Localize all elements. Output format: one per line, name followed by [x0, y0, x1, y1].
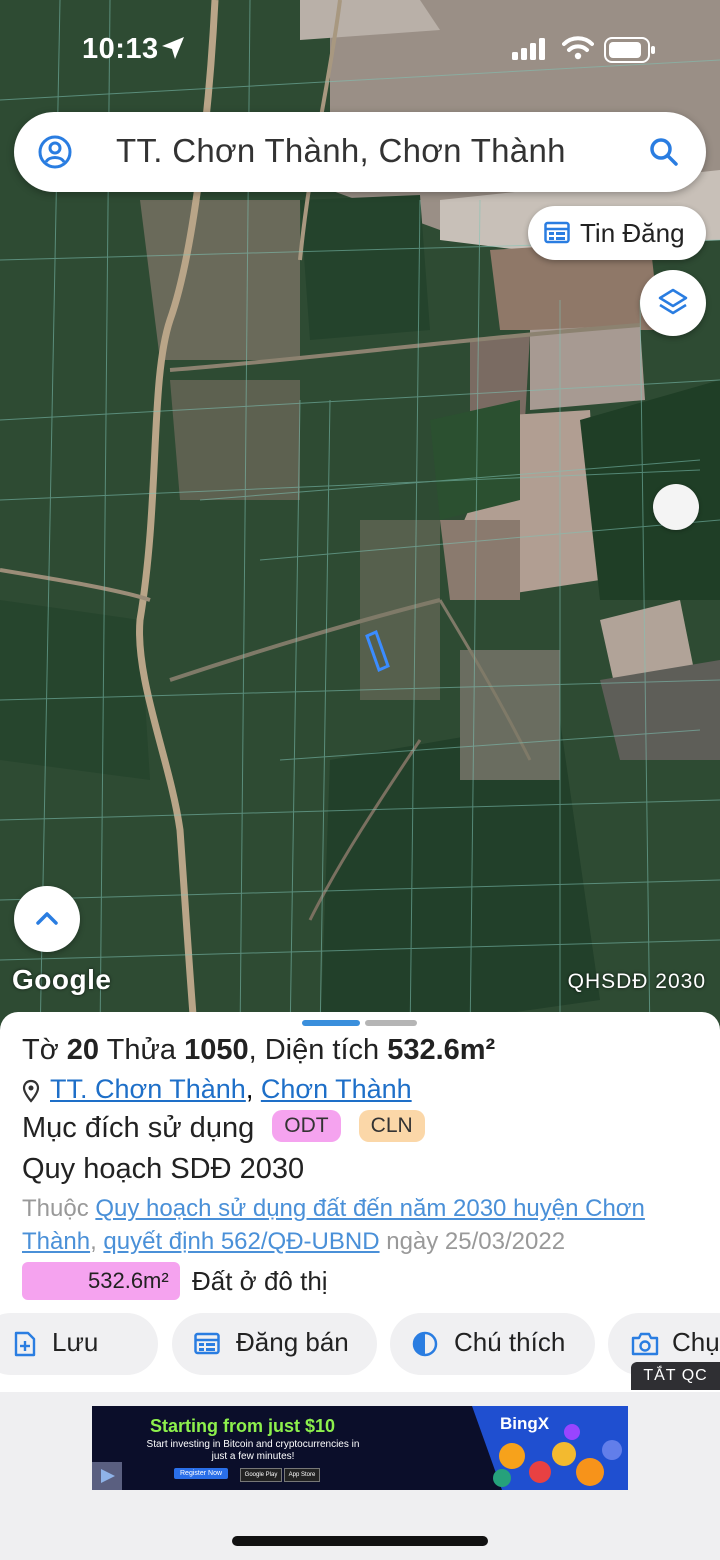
sheet-handle-active[interactable]	[302, 1020, 360, 1026]
crypto-coins-graphic	[472, 1406, 628, 1490]
chevron-up-icon	[36, 912, 58, 925]
map-slider-knob[interactable]	[653, 484, 699, 530]
area-label: , Diện tích	[248, 1034, 380, 1066]
land-use-tag-odt[interactable]: ODT	[272, 1110, 341, 1143]
area-breakdown-label: Đất ở đô thị	[192, 1266, 328, 1296]
parcel-title: Tờ 20 Thửa 1050, Diện tích 532.6m²	[22, 1034, 495, 1067]
account-icon[interactable]	[38, 135, 72, 169]
legend-button-label: Chú thích	[454, 1327, 566, 1357]
post-for-sale-button[interactable]: Đăng bán	[172, 1313, 377, 1375]
parcel-label: Thửa	[106, 1034, 176, 1066]
calendar-list-icon	[194, 1332, 220, 1355]
wifi-icon	[562, 36, 594, 60]
ad-banner[interactable]: Starting from just $10 Start investing i…	[92, 1406, 628, 1490]
play-triangle-icon	[101, 1469, 115, 1483]
ad-choices-icon[interactable]	[92, 1462, 122, 1490]
sheet-number: 20	[66, 1034, 100, 1066]
save-button[interactable]: Lưu	[0, 1313, 158, 1375]
expand-sheet-button[interactable]	[14, 886, 80, 952]
search-input[interactable]: TT. Chơn Thành, Chơn Thành	[116, 132, 566, 170]
decision-date: ngày 25/03/2022	[386, 1228, 566, 1255]
purpose-label: Mục đích sử dụng	[22, 1112, 255, 1144]
source-prefix: Thuộc	[22, 1195, 89, 1222]
search-icon[interactable]	[648, 136, 680, 168]
ad-cta-button[interactable]: Register Now	[174, 1468, 229, 1479]
listings-button[interactable]: Tin Đăng	[528, 206, 706, 260]
map-view[interactable]: 10:13 TT. Chơn Thành, Chơn Thành Tin Đăn…	[0, 0, 720, 1040]
area-breakdown-value: 532.6m²	[88, 1268, 169, 1293]
capture-button-label: Chụ	[672, 1327, 720, 1357]
parcel-area: 532.6m²	[387, 1034, 496, 1066]
google-play-badge[interactable]: Google Play	[240, 1468, 282, 1482]
calendar-list-icon	[544, 221, 570, 244]
sheet-label: Tờ	[22, 1034, 59, 1066]
add-file-icon	[14, 1331, 36, 1357]
ad-brand: BingX	[500, 1414, 550, 1433]
action-bar: Lưu Đăng bán Chú thích Chụ	[0, 1313, 720, 1375]
cellular-signal-icon	[512, 38, 545, 60]
ad-subtext: Start investing in Bitcoin and cryptocur…	[146, 1439, 360, 1462]
land-use-tag-cln[interactable]: CLN	[358, 1110, 425, 1143]
map-layers-button[interactable]	[640, 270, 706, 336]
land-use-purpose: Mục đích sử dụng ODT CLN	[22, 1110, 425, 1145]
ward-link[interactable]: TT. Chơn Thành	[50, 1074, 246, 1104]
search-bar[interactable]: TT. Chơn Thành, Chơn Thành	[14, 112, 706, 192]
post-for-sale-label: Đăng bán	[236, 1327, 349, 1357]
plan-source: Thuộc Quy hoạch sử dụng đất đến năm 2030…	[22, 1192, 702, 1258]
sheet-handle[interactable]	[365, 1020, 417, 1026]
listings-button-label: Tin Đăng	[580, 218, 685, 248]
status-time: 10:13	[82, 33, 159, 65]
decision-link[interactable]: quyết định 562/QĐ-UBND	[103, 1228, 379, 1255]
status-bar: 10:13	[0, 0, 720, 100]
plan-title: Quy hoạch SDĐ 2030	[22, 1153, 305, 1185]
save-button-label: Lưu	[52, 1327, 99, 1357]
home-indicator[interactable]	[232, 1536, 488, 1546]
source-separator: ,	[90, 1228, 97, 1255]
location-arrow-icon	[162, 37, 184, 59]
camera-icon	[631, 1332, 659, 1356]
ad-headline: Starting from just $10	[150, 1416, 336, 1436]
active-layer-label: QHSDĐ 2030	[567, 970, 706, 993]
parcel-address: TT. Chơn Thành, Chơn Thành	[22, 1074, 412, 1105]
legend-button[interactable]: Chú thích	[390, 1313, 595, 1375]
parcel-number: 1050	[184, 1034, 249, 1066]
google-attribution: Google	[12, 964, 112, 995]
battery-icon	[604, 37, 655, 63]
close-ad-button[interactable]: TẮT QC	[631, 1362, 720, 1390]
contrast-icon	[412, 1331, 438, 1357]
address-separator: ,	[245, 1074, 254, 1104]
location-pin-icon	[22, 1079, 40, 1103]
app-store-badge[interactable]: App Store	[284, 1468, 320, 1482]
district-link[interactable]: Chơn Thành	[261, 1074, 412, 1104]
layers-icon	[658, 288, 688, 315]
